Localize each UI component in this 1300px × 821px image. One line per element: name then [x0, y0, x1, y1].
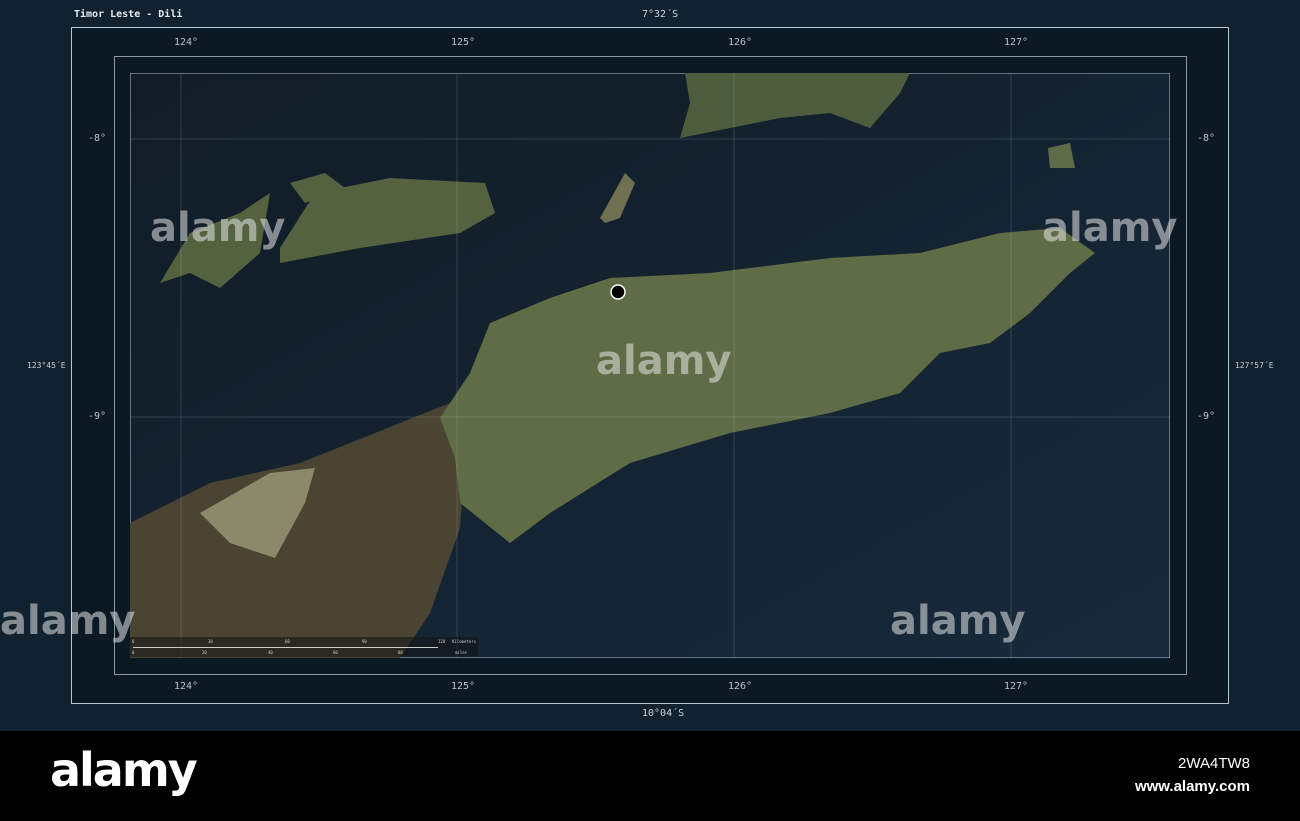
watermark: alamy [150, 205, 286, 251]
map-title: Timor Leste - Dili [74, 9, 183, 20]
stock-footer: alamy 2WA4TW8 www.alamy.com [0, 731, 1300, 821]
scale-mi-tick: 80 [398, 650, 403, 655]
watermark: alamy [596, 338, 732, 384]
lon-tick-top: 126° [728, 37, 753, 48]
lon-tick-top: 125° [451, 37, 476, 48]
scale-mi-tick: 20 [202, 650, 207, 655]
lon-tick-top: 127° [1004, 37, 1029, 48]
alamy-url[interactable]: www.alamy.com [1135, 778, 1250, 795]
watermark: alamy [0, 598, 136, 644]
map-figure: Timor Leste - Dili 7°32´S 10°04´S 123°45… [0, 0, 1300, 731]
lat-tick-left: -9° [88, 411, 107, 422]
alamy-logo: alamy [50, 743, 198, 797]
lat-tick-right: -9° [1197, 411, 1216, 422]
lon-tick-top: 124° [174, 37, 199, 48]
lon-tick-bottom: 125° [451, 681, 476, 692]
lon-tick-bottom: 124° [174, 681, 199, 692]
right-longitude-label: 127°57´E [1235, 361, 1274, 370]
left-longitude-label: 123°45´E [27, 361, 66, 370]
top-latitude-label: 7°32´S [642, 9, 679, 20]
scale-mi-unit: miles [455, 650, 468, 655]
scale-mi-tick: 40 [268, 650, 273, 655]
lon-tick-bottom: 126° [728, 681, 753, 692]
lat-tick-right: -8° [1197, 133, 1216, 144]
lon-tick-bottom: 127° [1004, 681, 1029, 692]
image-id: 2WA4TW8 [1178, 755, 1250, 772]
lat-tick-left: -8° [88, 133, 107, 144]
watermark: alamy [1042, 205, 1178, 251]
bottom-latitude-label: 10°04´S [642, 708, 685, 719]
dili-marker[interactable] [610, 284, 626, 300]
scale-km-unit: Kilometers [452, 639, 477, 644]
scale-km-tick: 120 [438, 639, 446, 644]
scale-mi-tick: 0 [132, 650, 135, 655]
scale-km-tick: 60 [285, 639, 290, 644]
scale-bar: 0 30 60 90 120 Kilometers 0 20 40 60 80 … [130, 637, 478, 657]
scale-km-tick: 90 [362, 639, 367, 644]
scale-km-tick: 30 [208, 639, 213, 644]
scale-mi-tick: 60 [333, 650, 338, 655]
watermark: alamy [890, 598, 1026, 644]
